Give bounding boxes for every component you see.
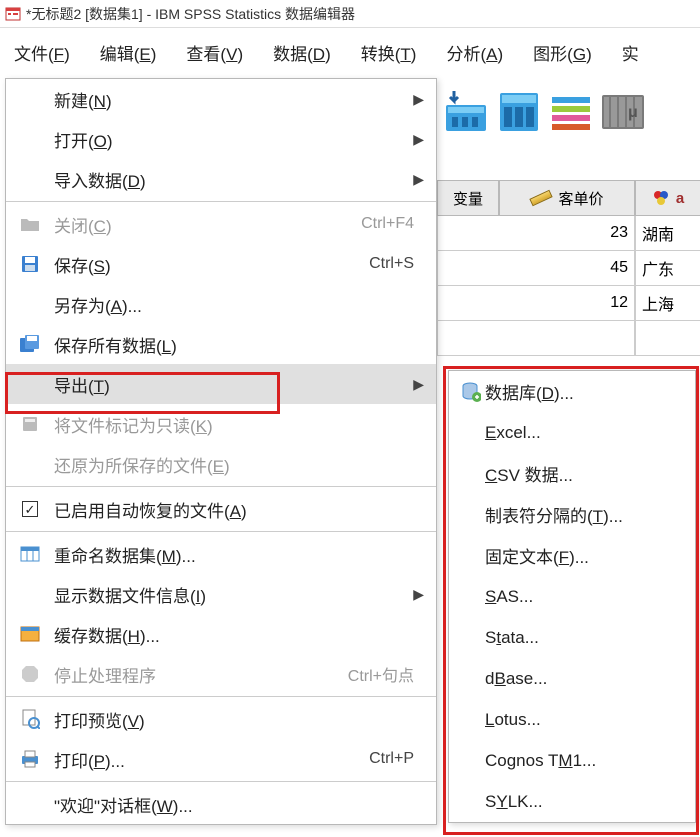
submenu-item-sas[interactable]: SAS... — [449, 576, 695, 617]
menu-separator — [6, 486, 436, 487]
ruler-icon — [530, 190, 553, 207]
menu-separator — [6, 201, 436, 202]
readonly-icon — [6, 415, 54, 433]
chevron-right-icon: ▶ — [413, 91, 424, 108]
title-bar: *无标题2 [数据集1] - IBM SPSS Statistics 数据编辑器 — [0, 0, 700, 28]
chevron-right-icon: ▶ — [413, 376, 424, 393]
save-all-icon — [6, 334, 54, 354]
cell-num[interactable]: 12 — [437, 286, 635, 321]
menu-item-saveas[interactable]: 另存为(A)... — [6, 284, 436, 324]
menu-data[interactable]: 数据(D) — [267, 36, 337, 69]
submenu-item-stata[interactable]: Stata... — [449, 617, 695, 658]
cell-empty[interactable] — [437, 321, 635, 356]
menu-separator — [6, 531, 436, 532]
export-submenu: 数据库(D)... Excel... CSV 数据... 制表符分隔的(T)..… — [448, 370, 696, 823]
cell-num[interactable]: 45 — [437, 251, 635, 286]
cell-num[interactable]: 23 — [437, 216, 635, 251]
menu-separator — [6, 781, 436, 782]
toolbar-icon-2[interactable] — [494, 87, 542, 135]
cell-txt[interactable]: 上海 — [635, 286, 700, 321]
menu-item-mark-readonly: 将文件标记为只读(K) — [6, 404, 436, 444]
chevron-right-icon: ▶ — [413, 131, 424, 148]
cache-icon — [6, 626, 54, 642]
submenu-item-sylk[interactable]: SYLK... — [449, 781, 695, 822]
menu-bar: 文件(F) 编辑(E) 查看(V) 数据(D) 转换(T) 分析(A) 图形(G… — [0, 28, 700, 76]
app-icon — [4, 5, 22, 23]
menu-item-rename[interactable]: 重命名数据集(M)... — [6, 534, 436, 574]
file-menu-dropdown: 新建(N) ▶ 打开(O) ▶ 导入数据(D) ▶ 关闭(C) Ctrl+F4 … — [5, 78, 437, 825]
data-row: 45 广东 — [437, 251, 700, 286]
menu-graphs[interactable]: 图形(G) — [527, 36, 598, 69]
svg-text:μ: μ — [628, 104, 638, 121]
toolbar-icon-4[interactable]: μ — [598, 87, 646, 135]
data-row: 23 湖南 — [437, 216, 700, 251]
column-header-row: 变量 客单价 a — [437, 180, 700, 216]
data-row: 12 上海 — [437, 286, 700, 321]
print-icon — [6, 750, 54, 768]
cell-txt[interactable]: 湖南 — [635, 216, 700, 251]
stop-icon — [6, 665, 54, 683]
window-title: *无标题2 [数据集1] - IBM SPSS Statistics 数据编辑器 — [26, 4, 355, 24]
menu-file[interactable]: 文件(F) — [8, 36, 76, 69]
menu-item-revert: 还原为所保存的文件(E) — [6, 444, 436, 484]
menu-item-autorecover[interactable]: ✓ 已启用自动恢复的文件(A) — [6, 489, 436, 529]
menu-view[interactable]: 查看(V) — [180, 36, 249, 69]
menu-item-open[interactable]: 打开(O) ▶ — [6, 119, 436, 159]
menu-item-export[interactable]: 导出(T) ▶ — [6, 364, 436, 404]
menu-transform[interactable]: 转换(T) — [355, 36, 423, 69]
menu-item-print[interactable]: 打印(P)... Ctrl+P — [6, 739, 436, 779]
database-icon — [457, 382, 485, 402]
data-row — [437, 321, 700, 356]
menu-item-new[interactable]: 新建(N) ▶ — [6, 79, 436, 119]
submenu-item-dbase[interactable]: dBase... — [449, 658, 695, 699]
column-header-1[interactable]: 变量 — [437, 180, 499, 216]
menu-separator — [6, 696, 436, 697]
submenu-item-database[interactable]: 数据库(D)... — [449, 371, 695, 412]
menu-item-displayinfo[interactable]: 显示数据文件信息(I) ▶ — [6, 574, 436, 614]
save-icon — [6, 254, 54, 274]
cell-empty[interactable] — [635, 321, 700, 356]
nominal-icon — [652, 189, 670, 207]
column-header-3[interactable]: a — [635, 180, 700, 216]
menu-item-cache[interactable]: 缓存数据(H)... — [6, 614, 436, 654]
column-header-2[interactable]: 客单价 — [499, 180, 635, 216]
menu-item-printpreview[interactable]: 打印预览(V) — [6, 699, 436, 739]
submenu-item-tab[interactable]: 制表符分隔的(T)... — [449, 494, 695, 535]
checkbox-checked-icon: ✓ — [22, 501, 38, 517]
submenu-item-fixed[interactable]: 固定文本(F)... — [449, 535, 695, 576]
chevron-right-icon: ▶ — [413, 586, 424, 603]
submenu-item-csv[interactable]: CSV 数据... — [449, 453, 695, 494]
menu-item-close: 关闭(C) Ctrl+F4 — [6, 204, 436, 244]
data-grid: 变量 客单价 a 23 湖南 45 广东 12 上海 — [437, 180, 700, 356]
toolbar-icon-1[interactable] — [442, 87, 490, 135]
print-preview-icon — [6, 709, 54, 729]
menu-edit[interactable]: 编辑(E) — [94, 36, 163, 69]
menu-item-stop: 停止处理程序 Ctrl+句点 — [6, 654, 436, 694]
submenu-item-lotus[interactable]: Lotus... — [449, 699, 695, 740]
menu-item-saveall[interactable]: 保存所有数据(L) — [6, 324, 436, 364]
menu-more[interactable]: 实 — [616, 36, 645, 69]
menu-item-welcome[interactable]: "欢迎"对话框(W)... — [6, 784, 436, 824]
submenu-item-excel[interactable]: Excel... — [449, 412, 695, 453]
menu-item-save[interactable]: 保存(S) Ctrl+S — [6, 244, 436, 284]
cell-txt[interactable]: 广东 — [635, 251, 700, 286]
chevron-right-icon: ▶ — [413, 171, 424, 188]
dataset-icon — [6, 546, 54, 562]
menu-analyze[interactable]: 分析(A) — [440, 36, 509, 69]
toolbar-icon-3[interactable] — [546, 87, 594, 135]
menu-item-import[interactable]: 导入数据(D) ▶ — [6, 159, 436, 199]
folder-icon — [6, 216, 54, 232]
submenu-item-cognos[interactable]: Cognos TM1... — [449, 740, 695, 781]
